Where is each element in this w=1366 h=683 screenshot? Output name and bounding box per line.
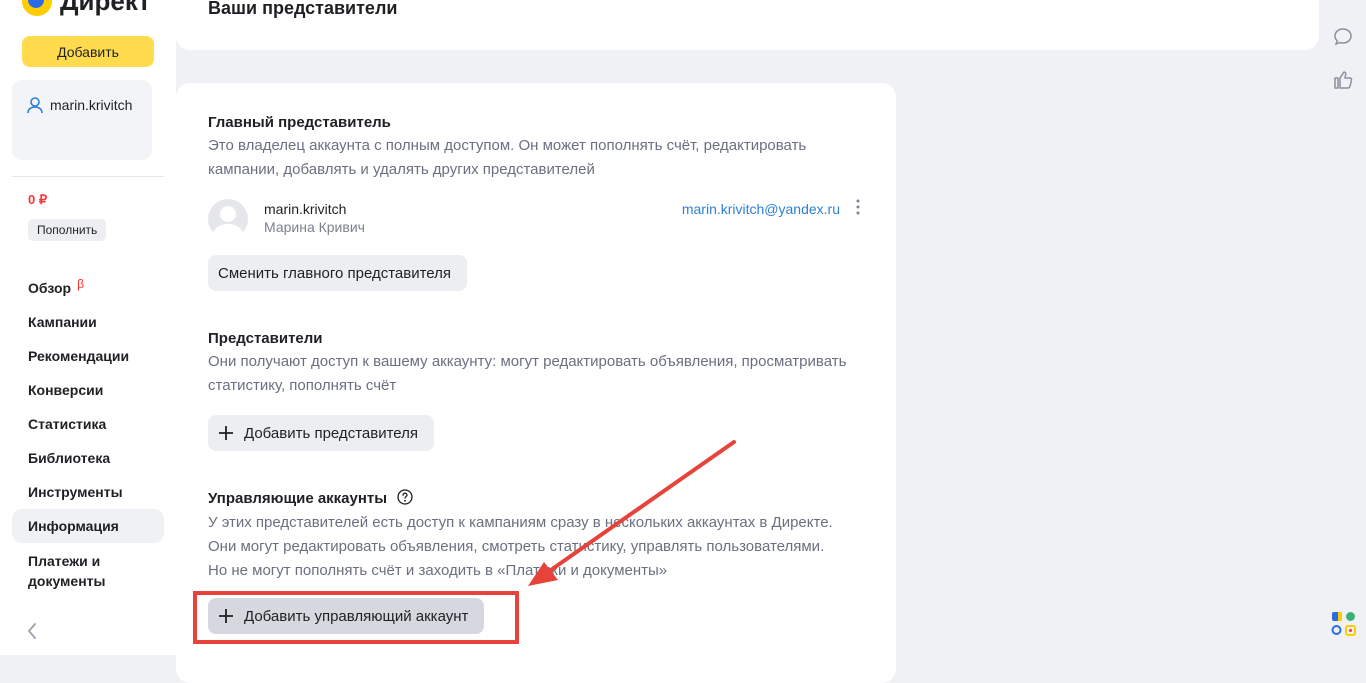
owner-full-name: Марина Кривич (264, 219, 365, 235)
logo-text: Директ (60, 0, 151, 16)
owner-section-title: Главный представитель (208, 114, 391, 131)
managers-section-title: Управляющие аккаунты (208, 489, 413, 507)
sidebar-divider (12, 176, 164, 177)
refill-button[interactable]: Пополнить (28, 219, 107, 241)
sidebar-item-overview[interactable]: Обзор β (12, 271, 164, 305)
question-circle-icon[interactable] (397, 489, 413, 505)
user-login: marin.krivitch (50, 97, 133, 113)
managers-section-description: У этих представителей есть доступ к камп… (208, 514, 833, 579)
sidebar-item-payments[interactable]: Платежи и документы (12, 543, 128, 599)
right-rail (1320, 0, 1366, 655)
add-representative-button[interactable]: Добавить представителя (208, 415, 435, 451)
annotation-highlight-box (193, 591, 519, 644)
add-button[interactable]: Добавить (22, 36, 154, 67)
user-icon (27, 97, 43, 114)
sidebar-item-tools[interactable]: Инструменты (12, 475, 164, 509)
avatar-placeholder-icon (212, 206, 244, 239)
page-header: Ваши представители (176, 0, 1319, 50)
apps-grid-icon[interactable] (1330, 611, 1358, 637)
owner-section-description: Это владелец аккаунта с полным доступом.… (208, 137, 807, 178)
balance-amount: 0 ₽ (28, 192, 48, 207)
sidebar-item-statistics[interactable]: Статистика (12, 407, 164, 441)
plus-icon (219, 426, 233, 440)
direct-logo-icon (22, 0, 52, 16)
owner-login: marin.krivitch (264, 201, 347, 217)
user-card[interactable]: marin.krivitch (12, 80, 152, 160)
direct-logo[interactable]: Директ (22, 0, 151, 16)
sidebar-item-recommendations[interactable]: Рекомендации (12, 339, 164, 373)
sidebar-nav: Обзор β Кампании Рекомендации Конверсии … (12, 271, 164, 599)
chat-bubble-icon[interactable] (1332, 26, 1354, 48)
reps-section-title: Представители (208, 330, 323, 347)
sidebar-item-label: Обзор (28, 280, 72, 296)
page-title: Ваши представители (208, 0, 398, 18)
chevron-left-icon[interactable] (26, 622, 38, 640)
sidebar-item-campaigns[interactable]: Кампании (12, 305, 164, 339)
managers-section-title-text: Управляющие аккаунты (208, 490, 388, 507)
owner-email-link[interactable]: marin.krivitch@yandex.ru (682, 201, 840, 217)
avatar (208, 199, 248, 239)
sidebar-item-library[interactable]: Библиотека (12, 441, 164, 475)
sidebar-item-information[interactable]: Информация (12, 509, 164, 543)
thumb-up-icon[interactable] (1332, 69, 1354, 91)
change-owner-button[interactable]: Сменить главного представителя (208, 255, 468, 291)
reps-section-description: Они получают доступ к вашему аккаунту: м… (208, 353, 847, 394)
vertical-dots-icon[interactable] (856, 199, 860, 215)
sidebar: Директ Добавить marin.krivitch 0 ₽ Попол… (0, 0, 176, 655)
sidebar-item-conversions[interactable]: Конверсии (12, 373, 164, 407)
button-label: Добавить представителя (244, 424, 419, 442)
beta-badge: β (77, 277, 84, 291)
